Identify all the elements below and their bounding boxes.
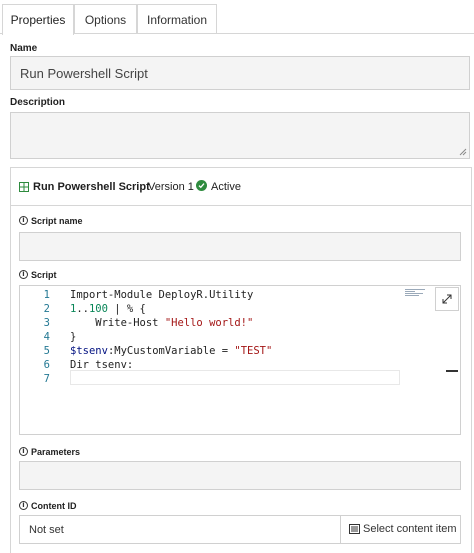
editor-minimap[interactable] [405,289,427,297]
script-name-input[interactable] [19,232,461,261]
tab-bar: Properties Options Information [0,0,474,35]
expand-icon [442,294,452,304]
script-label: Script [31,270,57,280]
line-number: 5 [43,345,50,357]
expand-editor-button[interactable] [435,287,459,311]
current-line-highlight [70,370,400,385]
list-select-icon [349,524,360,534]
info-icon: i [19,216,28,225]
parameters-input[interactable] [19,461,461,490]
name-label: Name [10,43,38,54]
script-name-label: Script name [31,216,83,226]
tab-options[interactable]: Options [74,4,137,34]
script-editor[interactable]: 1 2 3 4 5 6 7 Import-Module DeployR.Util… [19,285,461,435]
code-line: Write-Host "Hello world!" [70,317,254,329]
content-id-label: Content ID [31,501,77,511]
description-textarea[interactable] [10,112,470,159]
tab-information[interactable]: Information [137,4,217,34]
step-version: Version 1 [148,181,194,193]
line-number: 2 [43,303,50,315]
description-label: Description [10,97,66,108]
name-input[interactable] [10,56,470,90]
line-number: 1 [43,289,50,301]
parameters-label: Parameters [31,447,81,457]
step-header: Run Powershell Script Version 1 Active [11,168,471,206]
code-line: 1..100 | % { [70,303,146,315]
check-circle-icon [196,180,207,191]
code-line: } [70,331,77,343]
content-id-field: Not set Select content item [19,515,461,544]
tab-properties[interactable]: Properties [2,4,74,35]
select-content-item-label: Select content item [363,523,457,535]
line-number: 3 [43,317,50,329]
info-icon: i [19,501,28,510]
select-content-item-button[interactable]: Select content item [340,516,461,543]
line-number: 7 [43,373,50,385]
line-number: 6 [43,359,50,371]
info-icon: i [19,270,28,279]
code-line: Import-Module DeployR.Utility [70,289,254,301]
scrollbar-marker[interactable] [446,370,458,372]
line-number: 4 [43,331,50,343]
content-id-value: Not set [29,524,64,536]
step-title: Run Powershell Script [33,181,150,193]
info-icon: i [19,447,28,456]
step-status: Active [211,181,241,193]
code-line: $tsenv:MyCustomVariable = "TEST" [70,345,273,357]
resize-grip-icon[interactable] [459,148,467,156]
step-grid-icon [19,182,29,192]
